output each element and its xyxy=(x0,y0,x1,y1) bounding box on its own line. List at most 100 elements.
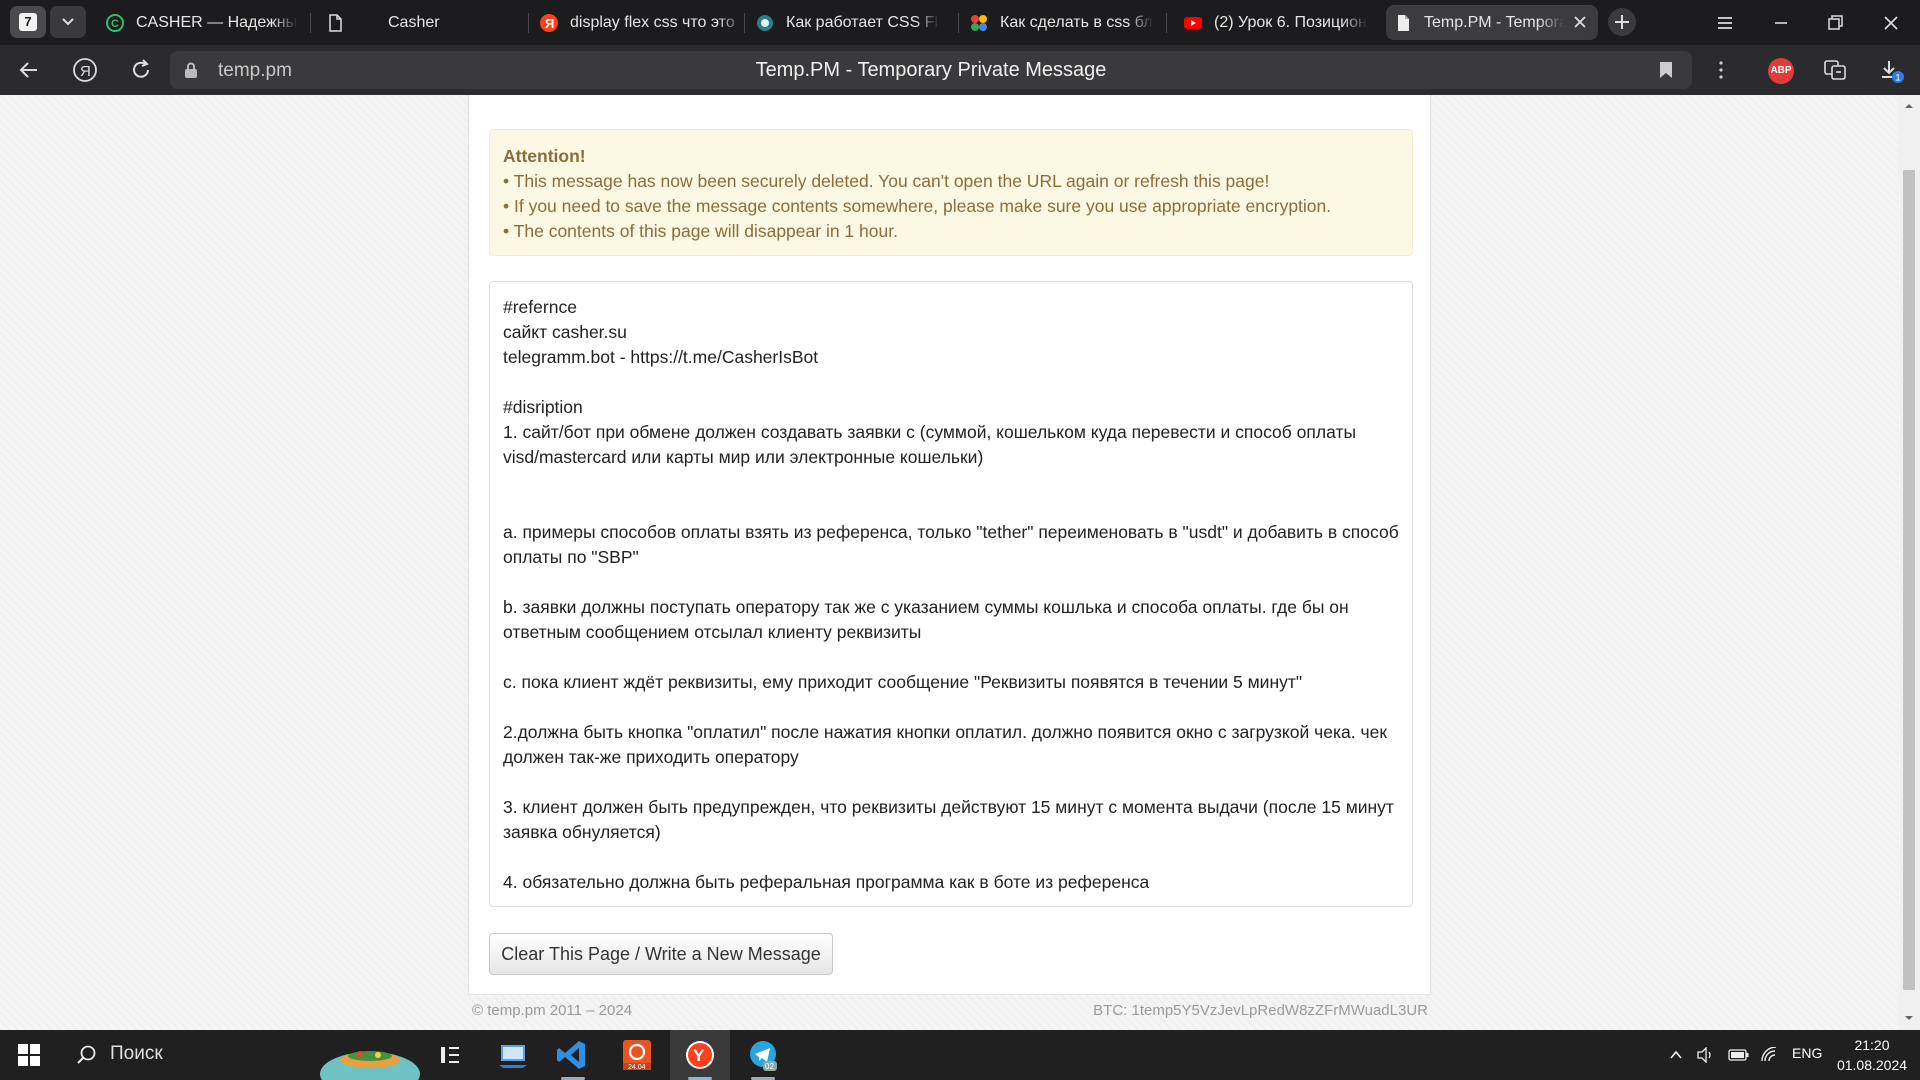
tab-css-block[interactable]: Как сделать в css блок xyxy=(962,5,1162,40)
back-arrow-icon[interactable] xyxy=(16,57,42,83)
downloads-icon[interactable]: 1 xyxy=(1878,57,1904,83)
input-language-indicator[interactable]: ENG xyxy=(1792,1045,1822,1061)
tab-list-dropdown[interactable] xyxy=(50,6,86,38)
tab-separator xyxy=(310,13,311,33)
tab-casher[interactable]: Casher xyxy=(318,5,526,40)
windows-start-icon[interactable] xyxy=(18,1044,40,1066)
tab-temp-pm-active[interactable]: Temp.PM - Temporary Private Message xyxy=(1386,5,1598,40)
ubuntu-terminal-button[interactable]: 24.04 xyxy=(607,1030,667,1080)
yandex-logo-icon[interactable]: Я xyxy=(72,57,98,83)
message-line xyxy=(503,695,1399,720)
message-line: #disription xyxy=(503,397,583,417)
message-line: a. примеры способов оплаты взять из рефе… xyxy=(503,522,1399,567)
message-line xyxy=(503,470,1399,495)
windows-taskbar: Поиск 24.04 Y 02 ENG 21:20 01.08.2024 xyxy=(0,1030,1920,1080)
pinwheel-favicon-icon xyxy=(971,15,987,31)
browser-toolbar: Я temp.pm Temp.PM - Temporary Private Me… xyxy=(0,45,1920,95)
message-line: 3. клиент должен быть предупрежден, что … xyxy=(503,797,1394,842)
message-line xyxy=(503,645,1399,670)
tab-title: (2) Урок 6. Позиционирование xyxy=(1214,14,1368,32)
deletion-warning-alert: Attention! • This message has now been s… xyxy=(489,129,1413,256)
tab-title: display flex css что это xyxy=(570,14,744,32)
yandex-browser-icon: Y xyxy=(686,1041,714,1069)
ubuntu-version-badge: 24.04 xyxy=(628,1064,646,1071)
scrollbar-thumb[interactable] xyxy=(1903,170,1915,990)
restore-icon[interactable] xyxy=(1824,12,1846,34)
wifi-icon[interactable] xyxy=(1760,1047,1780,1063)
ubuntu-icon: 24.04 xyxy=(623,1040,651,1071)
chevron-up-icon[interactable] xyxy=(1668,1047,1684,1063)
alert-line: • If you need to save the message conten… xyxy=(503,196,1332,216)
vscode-button[interactable] xyxy=(543,1030,603,1080)
file-explorer-icon xyxy=(499,1045,527,1068)
document-icon xyxy=(1398,15,1409,31)
more-vertical-icon[interactable] xyxy=(1708,57,1734,83)
clock-date: 01.08.2024 xyxy=(1836,1057,1908,1073)
browser-menu-icon[interactable] xyxy=(1714,12,1736,34)
chevron-down-icon xyxy=(62,18,74,26)
tab-title: Как сделать в css блок xyxy=(1000,14,1154,32)
tab-separator xyxy=(744,13,745,33)
telegram-button[interactable]: 02 xyxy=(733,1030,793,1080)
svg-text:Y: Y xyxy=(693,1046,705,1065)
svg-text:Я: Я xyxy=(545,16,554,31)
search-placeholder: Поиск xyxy=(110,1043,163,1064)
casher-favicon-icon: C xyxy=(106,14,124,32)
file-explorer-button[interactable] xyxy=(483,1030,543,1080)
yandex-browser-button[interactable]: Y xyxy=(670,1030,730,1080)
message-line: 2.должна быть кнопка "оплатил" после наж… xyxy=(503,722,1387,767)
vscode-icon xyxy=(557,1041,585,1069)
task-view-icon xyxy=(441,1047,459,1063)
close-tab-icon[interactable] xyxy=(1572,14,1588,30)
translate-extension-icon[interactable] xyxy=(1822,57,1848,83)
tab-title: Temp.PM - Temporary Private Message xyxy=(1424,14,1564,32)
reload-icon[interactable] xyxy=(128,57,154,83)
volume-icon[interactable] xyxy=(1696,1047,1716,1063)
adblock-extension-button[interactable]: ABP xyxy=(1768,58,1794,84)
downloads-badge: 1 xyxy=(1896,73,1901,83)
message-line: 4. обязательно должна быть реферальная п… xyxy=(503,872,1150,892)
tab-display-flex[interactable]: Я display flex css что это xyxy=(532,5,752,40)
tab-separator xyxy=(1166,13,1167,33)
tab-title: CASHER — Надежный обменник xyxy=(136,14,298,32)
telegram-icon: 02 xyxy=(750,1041,777,1071)
youtube-favicon-icon xyxy=(1184,17,1202,29)
tab-youtube-lesson[interactable]: (2) Урок 6. Позиционирование xyxy=(1176,5,1376,40)
telegram-badge: 02 xyxy=(765,1062,774,1071)
address-bar[interactable]: temp.pm Temp.PM - Temporary Private Mess… xyxy=(170,51,1692,89)
taskbar-search[interactable]: Поиск xyxy=(62,1030,422,1080)
tab-casher-main[interactable]: C CASHER — Надежный обменник xyxy=(98,5,306,40)
message-line: telegramm.bot - https://t.me/CasherIsBot xyxy=(503,347,819,367)
footer-copyright: © temp.pm 2011 – 2024 xyxy=(472,1002,633,1019)
message-line: 1. сайт/бот при обмене должен создавать … xyxy=(503,422,1357,467)
scroll-up-icon[interactable] xyxy=(1904,101,1914,111)
tab-separator xyxy=(958,13,959,33)
message-line: c. пока клиент ждёт реквизиты, ему прихо… xyxy=(503,672,1303,692)
battery-icon[interactable] xyxy=(1728,1047,1750,1063)
search-highlight-illustration xyxy=(320,1051,420,1080)
document-icon xyxy=(329,14,342,32)
clock-time: 21:20 xyxy=(1854,1037,1890,1053)
message-line xyxy=(503,845,1399,870)
tab-counter-button[interactable]: 7 xyxy=(10,6,46,38)
scroll-down-icon[interactable] xyxy=(1904,1013,1914,1023)
system-clock[interactable]: 21:20 01.08.2024 xyxy=(1832,1035,1912,1075)
footer-btc-address: BTC: 1temp5Y5VzJevLpRedW8zZFrMWuadL3UR xyxy=(1093,1002,1428,1019)
bookmark-icon[interactable] xyxy=(1658,61,1674,79)
tab-css-flexbox[interactable]: Как работает CSS Flexbox xyxy=(748,5,948,40)
message-line: b. заявки должны поступать оператору так… xyxy=(503,597,1349,642)
message-line xyxy=(503,370,1399,395)
task-view-button[interactable] xyxy=(420,1030,480,1080)
page-scrollbar[interactable] xyxy=(1898,95,1920,1030)
alert-line: • This message has now been securely del… xyxy=(503,171,1270,191)
page-content: Attention! • This message has now been s… xyxy=(0,95,1920,1030)
plus-icon xyxy=(1615,15,1629,29)
tab-separator xyxy=(528,13,529,33)
minimize-icon[interactable] xyxy=(1770,12,1792,34)
clear-page-button[interactable]: Clear This Page / Write a New Message xyxy=(489,933,833,975)
svg-text:Я: Я xyxy=(80,63,91,80)
new-tab-button[interactable] xyxy=(1608,8,1636,36)
search-icon xyxy=(77,1045,96,1064)
yandex-favicon-icon: Я xyxy=(540,14,558,32)
close-window-icon[interactable] xyxy=(1880,12,1902,34)
